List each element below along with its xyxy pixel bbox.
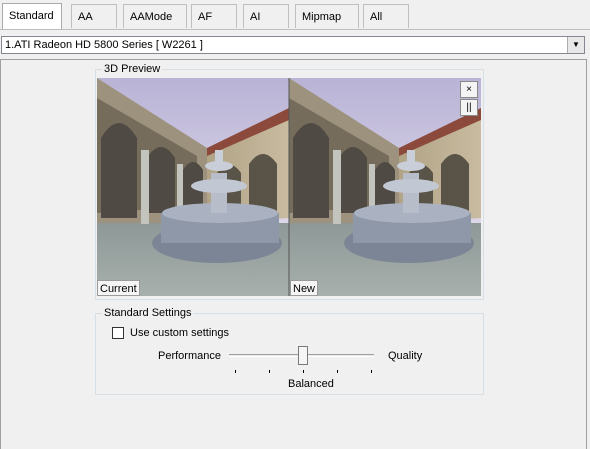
- current-label: Current: [97, 280, 140, 296]
- adapter-select-value: 1.ATI Radeon HD 5800 Series [ W2261 ]: [5, 39, 203, 51]
- slider-tick: [371, 370, 372, 373]
- dropdown-arrow-icon[interactable]: ▼: [567, 37, 584, 53]
- tab-all[interactable]: All: [363, 4, 409, 28]
- tab-af[interactable]: AF: [191, 4, 237, 28]
- custom-settings-label: Use custom settings: [130, 327, 230, 339]
- tab-standard[interactable]: Standard: [2, 3, 62, 29]
- slider-left-label: Performance: [158, 350, 221, 362]
- custom-settings-checkbox[interactable]: [112, 327, 124, 339]
- slider-value-label: Balanced: [288, 378, 334, 390]
- new-label: New: [290, 280, 319, 296]
- slider-tick: [337, 370, 338, 373]
- tab-ai[interactable]: AI: [243, 4, 289, 28]
- close-preview-button[interactable]: ×: [460, 81, 478, 98]
- slider-tick: [303, 370, 304, 373]
- slider-tick: [269, 370, 270, 373]
- preview-scene-image: [97, 78, 481, 296]
- tab-bar: Standard AA AAMode AF AI Mipmap All: [0, 0, 590, 33]
- slider-tick: [235, 370, 236, 373]
- standard-settings-label: Standard Settings: [102, 306, 194, 320]
- tab-aamode[interactable]: AAMode: [123, 4, 187, 28]
- tab-mipmap[interactable]: Mipmap: [295, 4, 359, 28]
- close-icon: ×: [466, 84, 472, 95]
- preview-viewport: Current New × ||: [97, 78, 481, 296]
- adapter-select[interactable]: 1.ATI Radeon HD 5800 Series [ W2261 ] ▼: [1, 36, 585, 54]
- pause-icon: ||: [466, 102, 472, 113]
- preview-group-label: 3D Preview: [102, 62, 163, 76]
- tab-aa[interactable]: AA: [71, 4, 117, 28]
- quality-slider-thumb[interactable]: [298, 346, 308, 365]
- tab-divider: [0, 29, 590, 30]
- pause-preview-button[interactable]: ||: [460, 99, 478, 116]
- slider-right-label: Quality: [388, 350, 423, 362]
